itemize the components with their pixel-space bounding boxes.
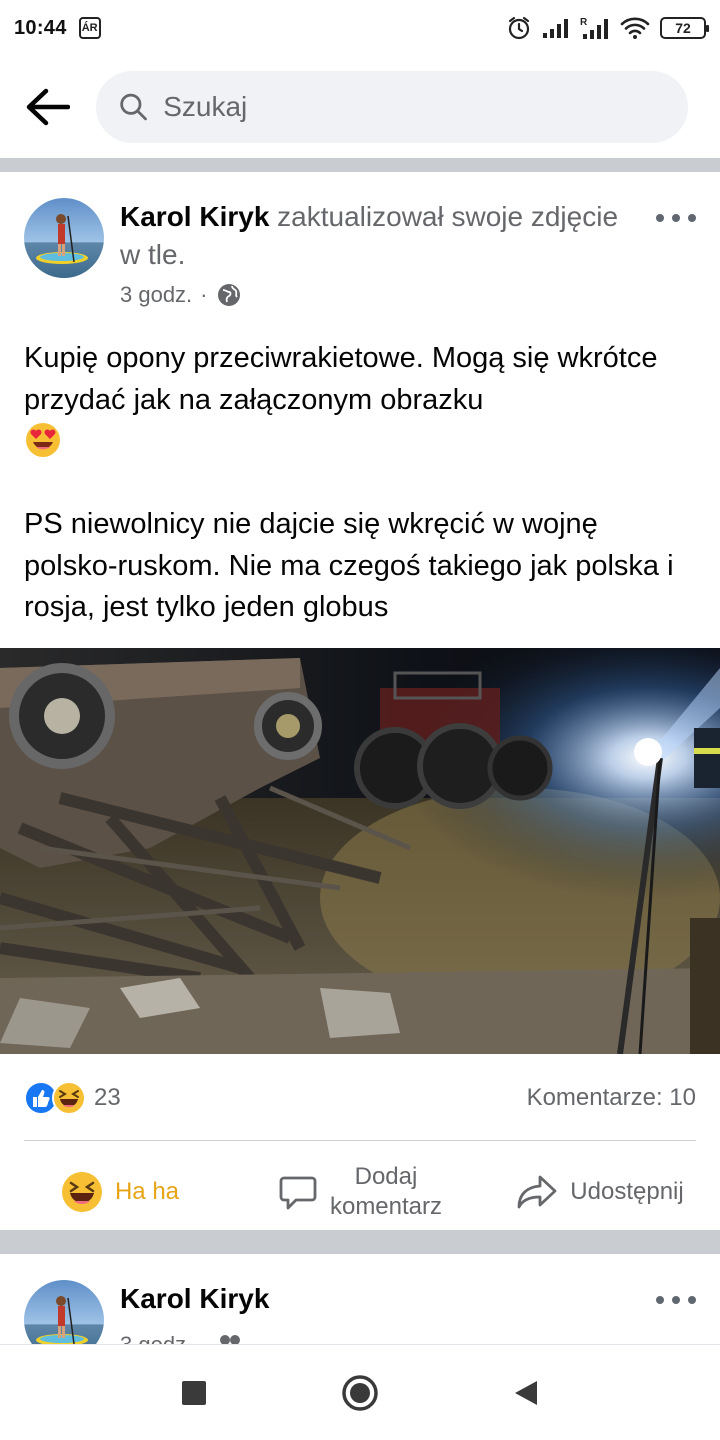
comment-button[interactable]: Dodaj komentarz <box>240 1162 480 1222</box>
wifi-icon <box>620 16 650 40</box>
post-time[interactable]: 3 godz. <box>120 282 192 308</box>
friends-icon <box>219 1335 240 1344</box>
haha-label: Ha ha <box>114 1178 180 1205</box>
reaction-count: 23 <box>94 1084 121 1111</box>
svg-text:R: R <box>580 17 588 28</box>
search-icon <box>120 93 147 121</box>
feed-divider-2 <box>0 1230 720 1254</box>
share-button[interactable]: Udostępnij <box>480 1173 720 1211</box>
author-name-2[interactable]: Karol Kiryk <box>120 1283 269 1314</box>
back-nav-button[interactable] <box>502 1369 550 1417</box>
haha-button[interactable]: Ha ha <box>0 1171 240 1213</box>
comment-label-line2: komentarz <box>329 1193 443 1220</box>
comments-count[interactable]: Komentarze: 10 <box>527 1084 696 1112</box>
post-photo[interactable] <box>0 648 720 1054</box>
recents-button[interactable] <box>170 1369 218 1417</box>
more-options-button-2[interactable] <box>656 1288 696 1312</box>
author-name[interactable]: Karol Kiryk <box>120 201 269 232</box>
comment-icon <box>279 1176 317 1210</box>
meta-separator-2: · <box>200 1332 207 1344</box>
home-button[interactable] <box>336 1369 384 1417</box>
reaction-summary[interactable]: 23 <box>24 1081 121 1115</box>
avatar[interactable] <box>24 198 104 278</box>
share-label: Udostępnij <box>570 1178 684 1205</box>
circle-home-icon <box>342 1374 378 1411</box>
post-text-line2: PS niewolnicy nie dajcie się wkręcić w w… <box>24 508 674 623</box>
status-bar: 10:44 ÁR R 72 <box>0 0 720 56</box>
post-author-line: Karol Kiryk zaktualizował swoje zdjęcie … <box>120 198 640 274</box>
search-box[interactable] <box>96 71 688 143</box>
feed-divider <box>0 158 720 172</box>
square-icon <box>182 1380 206 1405</box>
post-text-line1: Kupię opony przeciwrakietowe. Mogą się w… <box>24 342 658 416</box>
search-header <box>0 56 720 158</box>
haha-reaction-icon <box>52 1081 86 1115</box>
action-divider <box>24 1140 696 1141</box>
reactions-row: 23 Komentarze: 10 <box>24 1078 696 1118</box>
avatar-2[interactable] <box>24 1280 104 1344</box>
back-button[interactable] <box>24 81 76 133</box>
notification-app-icon: ÁR <box>78 17 101 39</box>
globe-icon <box>217 284 240 306</box>
meta-separator: · <box>200 282 208 307</box>
post-meta: 3 godz. · <box>120 282 242 308</box>
arrow-left-icon <box>26 88 70 126</box>
comment-label-line1: Dodaj <box>354 1163 418 1190</box>
share-icon <box>517 1175 557 1209</box>
post2-meta: 3 godz. · <box>120 1332 244 1344</box>
system-nav-bar <box>0 1344 720 1440</box>
post2-author-line: Karol Kiryk <box>120 1280 640 1318</box>
post-header: Karol Kiryk zaktualizował swoje zdjęcie … <box>24 198 696 318</box>
post-text: Kupię opony przeciwrakietowe. Mogą się w… <box>24 338 696 629</box>
cell-signal-icon <box>542 17 570 39</box>
post2-time[interactable]: 3 godz. <box>120 1332 192 1344</box>
comment-label: Dodaj komentarz <box>330 1162 442 1222</box>
clock: 10:44 <box>14 16 67 39</box>
post-actions: Ha ha Dodaj komentarz Udostępnij <box>0 1154 720 1230</box>
post-card-2: Karol Kiryk 3 godz. · <box>0 1254 720 1344</box>
post-card: Karol Kiryk zaktualizował swoje zdjęcie … <box>0 172 720 1230</box>
heart-eyes-emoji <box>24 421 62 472</box>
haha-icon <box>61 1172 102 1212</box>
alarm-icon <box>506 15 532 41</box>
cell-signal-roaming-icon: R <box>580 16 610 40</box>
search-input[interactable] <box>163 91 666 123</box>
more-options-button[interactable] <box>656 206 696 230</box>
triangle-back-icon <box>515 1380 537 1405</box>
battery-icon: 72 <box>660 17 709 39</box>
